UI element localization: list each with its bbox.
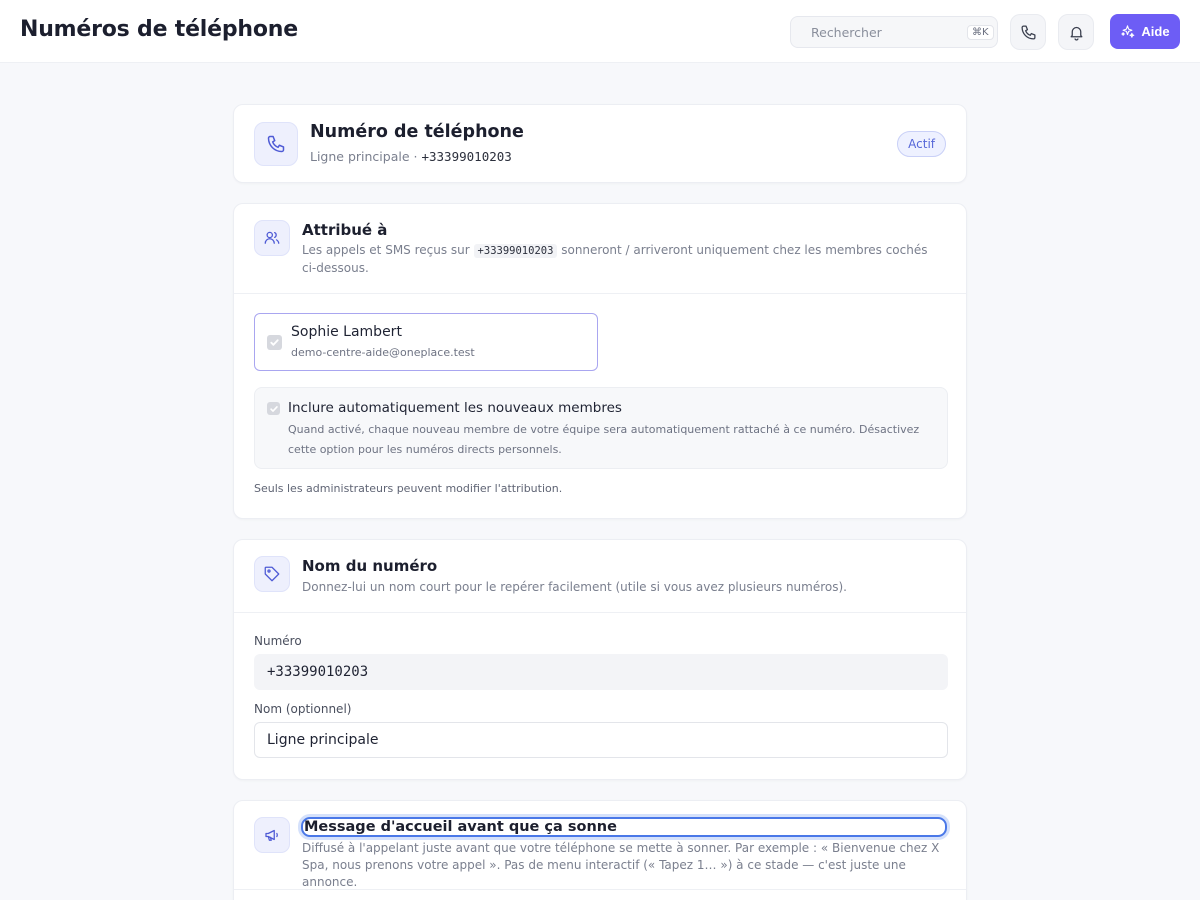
check-icon <box>270 339 279 346</box>
search-shortcut: ⌘K <box>967 24 994 40</box>
status-badge: Actif <box>897 131 946 157</box>
greeting-card: Message d'accueil avant que ça sonne Dif… <box>233 800 967 900</box>
auto-include-description: Quand activé, chaque nouveau membre de v… <box>288 423 920 456</box>
assigned-description: Les appels et SMS reçus sur +33399010203… <box>302 242 932 277</box>
auto-include-title: Inclure automatiquement les nouveaux mem… <box>288 400 622 416</box>
summary-number: +33399010203 <box>421 149 512 164</box>
help-label: Aide <box>1141 24 1170 39</box>
assigned-title: Attribué à <box>302 221 388 239</box>
phone-icon <box>1020 24 1036 40</box>
page-title: Numéros de téléphone <box>20 17 298 42</box>
sparkles-icon <box>1121 25 1135 38</box>
naming-description: Donnez-lui un nom court pour le repérer … <box>302 580 847 594</box>
bell-icon <box>1070 26 1082 41</box>
assigned-card: Attribué à Les appels et SMS reçus sur +… <box>233 203 967 519</box>
member-option[interactable]: Sophie Lambert demo-centre-aide@oneplace… <box>254 313 598 371</box>
summary-subtitle: Ligne principale · +33399010203 <box>310 148 512 165</box>
users-icon <box>264 231 280 244</box>
name-input[interactable] <box>267 732 935 748</box>
member-name: Sophie Lambert <box>291 324 402 340</box>
admin-note: Seuls les administrateurs peuvent modifi… <box>254 482 563 495</box>
greeting-icon-tile <box>254 817 290 853</box>
search-input[interactable] <box>811 24 967 40</box>
tag-icon <box>264 566 280 582</box>
summary-icon-tile <box>254 122 298 166</box>
auto-include-option: Inclure automatiquement les nouveaux mem… <box>254 387 948 469</box>
phone-icon <box>267 135 285 153</box>
check-icon <box>269 405 278 412</box>
help-button[interactable]: Aide <box>1110 14 1180 49</box>
assigned-icon-tile <box>254 220 290 256</box>
megaphone-icon <box>265 829 278 841</box>
naming-icon-tile <box>254 556 290 592</box>
top-bar: Numéros de téléphone ⌘K Aide <box>0 0 1200 63</box>
naming-title: Nom du numéro <box>302 557 438 575</box>
summary-title: Numéro de téléphone <box>310 122 524 142</box>
naming-card: Nom du numéro Donnez-lui un nom court po… <box>233 539 967 780</box>
number-field: +33399010203 <box>254 654 948 690</box>
notifications-button[interactable] <box>1058 14 1094 50</box>
name-field-label: Nom (optionnel) <box>254 702 352 716</box>
phone-button[interactable] <box>1010 14 1046 50</box>
member-email: demo-centre-aide@oneplace.test <box>291 346 475 359</box>
number-field-label: Numéro <box>254 634 302 648</box>
divider <box>234 889 966 890</box>
assigned-desc-before: Les appels et SMS reçus sur <box>302 243 470 257</box>
divider <box>234 293 966 294</box>
greeting-title[interactable]: Message d'accueil avant que ça sonne <box>301 817 947 837</box>
name-field[interactable] <box>254 722 948 758</box>
summary-line-name: Ligne principale <box>310 149 410 164</box>
greeting-description: Diffusé à l'appelant juste avant que vot… <box>302 841 940 889</box>
summary-separator: · <box>413 149 418 164</box>
divider <box>234 612 966 613</box>
search-box[interactable]: ⌘K <box>790 16 998 48</box>
number-summary-card: Numéro de téléphone Ligne principale · +… <box>233 104 967 183</box>
auto-include-checkbox[interactable] <box>267 402 280 415</box>
member-checkbox[interactable] <box>267 335 282 350</box>
assigned-desc-number: +33399010203 <box>473 244 558 258</box>
